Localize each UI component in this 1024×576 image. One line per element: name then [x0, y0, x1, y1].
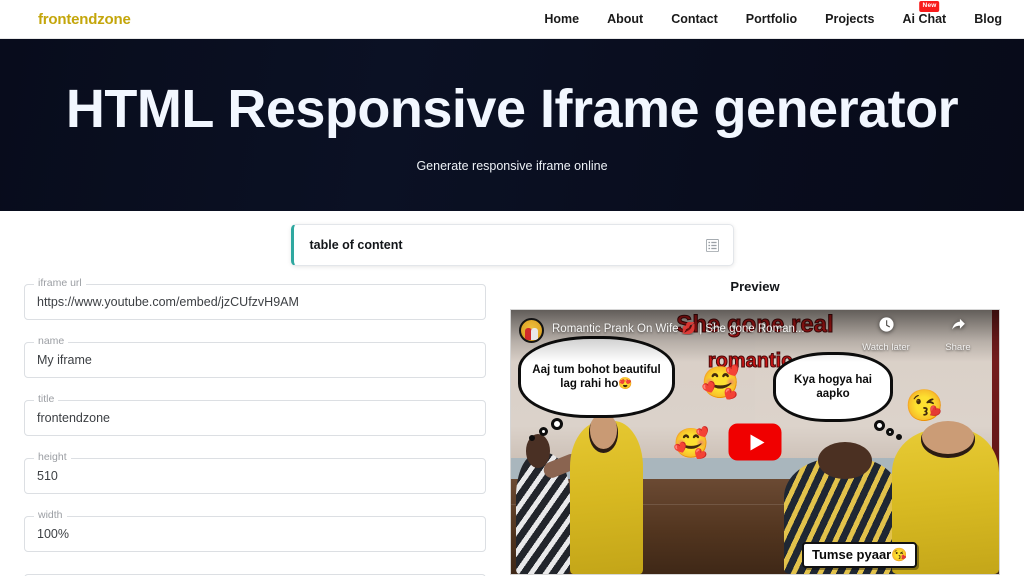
- watch-later-button[interactable]: Watch later: [859, 316, 913, 353]
- site-logo[interactable]: frontendzone: [38, 11, 131, 28]
- field-value-name: My iframe: [37, 353, 92, 367]
- speech-bubble-right-dot-3: [896, 434, 902, 440]
- share-label: Share: [945, 342, 971, 353]
- field-height[interactable]: height 510: [24, 452, 486, 494]
- share-arrow-icon: [950, 316, 967, 338]
- nav-item-ai-chat-label: Ai Chat: [902, 12, 947, 26]
- clock-icon: [878, 316, 895, 338]
- new-badge: New: [919, 1, 940, 12]
- nav-item-blog[interactable]: Blog: [974, 12, 1002, 26]
- speech-bubble-right-dot-2: [886, 428, 894, 436]
- field-label-iframe-url: iframe url: [34, 278, 86, 289]
- field-iframe-url[interactable]: iframe url https://www.youtube.com/embed…: [24, 278, 486, 320]
- field-width[interactable]: width 100%: [24, 510, 486, 552]
- field-value-iframe-url: https://www.youtube.com/embed/jzCUfzvH9A…: [37, 295, 299, 309]
- emoji-smiling-hearts-mid: 🥰: [673, 428, 710, 460]
- emoji-kiss-right: 😘: [905, 388, 944, 423]
- iframe-preview-video[interactable]: She gone real romantic Aaj tum bohot bea…: [510, 309, 1000, 575]
- field-label-width: width: [34, 510, 67, 521]
- youtube-top-bar: Romantic Prank On Wife 💋 | She gone Roma…: [511, 310, 999, 362]
- speech-bubble-right: Kya hogya hai aapko: [773, 352, 893, 422]
- page-subtitle: Generate responsive iframe online: [416, 159, 608, 174]
- nav-item-portfolio[interactable]: Portfolio: [746, 12, 797, 26]
- table-of-content-bar[interactable]: table of content: [290, 224, 734, 266]
- primary-navigation: Home About Contact Portfolio Projects Ne…: [544, 1, 1002, 26]
- nav-item-home[interactable]: Home: [544, 12, 579, 26]
- youtube-actions: Watch later Share: [859, 316, 991, 353]
- scene-person-woman-left-head: [589, 412, 619, 453]
- nav-item-projects[interactable]: Projects: [825, 12, 874, 26]
- list-table-icon[interactable]: [705, 238, 719, 252]
- top-navbar: frontendzone Home About Contact Portfoli…: [0, 0, 1024, 39]
- field-label-height: height: [34, 452, 71, 463]
- share-button[interactable]: Share: [931, 316, 985, 353]
- field-value-height: 510: [37, 469, 58, 483]
- field-name[interactable]: name My iframe: [24, 336, 486, 378]
- toc-section: table of content: [0, 211, 1024, 279]
- hero-banner: HTML Responsive Iframe generator Generat…: [0, 39, 1024, 211]
- field-title[interactable]: title frontendzone: [24, 394, 486, 436]
- channel-avatar[interactable]: [519, 318, 544, 343]
- field-value-width: 100%: [37, 527, 69, 541]
- youtube-video-title[interactable]: Romantic Prank On Wife 💋 | She gone Roma…: [552, 321, 805, 335]
- emoji-smiling-hearts-top: 🥰: [701, 365, 740, 400]
- preview-heading: Preview: [730, 279, 780, 294]
- overlay-caption-bottom: Tumse pyaar😘: [802, 542, 918, 568]
- nav-item-about[interactable]: About: [607, 12, 643, 26]
- nav-item-contact[interactable]: Contact: [671, 12, 718, 26]
- speech-bubble-left-dot-3: [529, 435, 535, 441]
- field-value-title: frontendzone: [37, 411, 110, 425]
- scene-person-man-right-head: [818, 442, 873, 479]
- nav-item-ai-chat[interactable]: New Ai Chat: [902, 1, 947, 26]
- speech-bubble-left-dot-1: [551, 418, 563, 430]
- scene-person-woman-right-head: [920, 420, 975, 458]
- main-content: iframe url https://www.youtube.com/embed…: [0, 278, 1024, 576]
- speech-bubble-right-dot-1: [874, 420, 885, 431]
- play-button[interactable]: [728, 423, 782, 461]
- field-label-title: title: [34, 394, 59, 405]
- speech-bubble-left-dot-2: [539, 427, 548, 436]
- preview-panel: Preview She gone: [486, 279, 1000, 576]
- table-of-content-label: table of content: [309, 238, 403, 252]
- page-title: HTML Responsive Iframe generator: [65, 78, 959, 139]
- field-label-name: name: [34, 336, 69, 347]
- watch-later-label: Watch later: [862, 342, 910, 353]
- iframe-settings-form: iframe url https://www.youtube.com/embed…: [24, 278, 486, 576]
